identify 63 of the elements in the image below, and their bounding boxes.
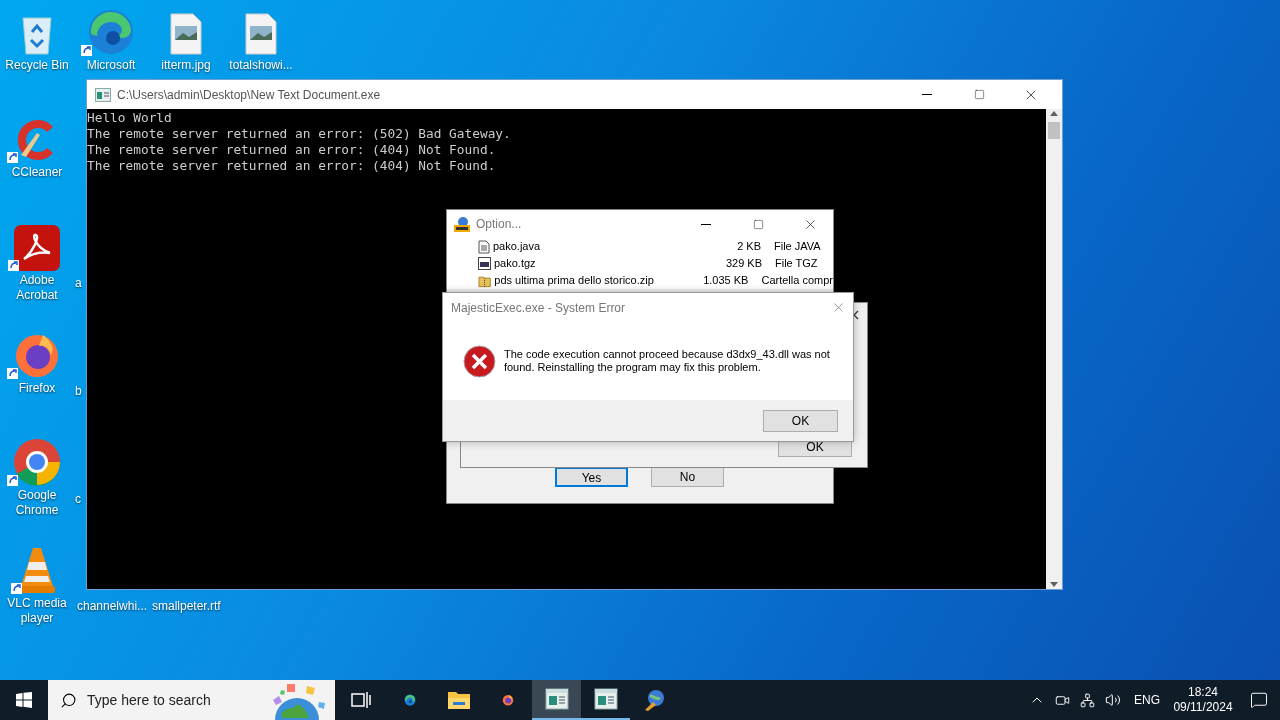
file-type: File JAVA: [774, 239, 821, 255]
dialog-button[interactable]: Yes: [555, 467, 628, 487]
desktop-icon-label[interactable]: Recycle Bin: [5, 58, 69, 73]
image-file-icon: [244, 12, 278, 56]
error-message: The code execution cannot proceed because d3dx9_43.dll was not found. Reinstalling the program may fix this problem.: [503, 348, 831, 374]
desktop-icon-label[interactable]: a: [75, 274, 82, 292]
hfs-logo-icon: [454, 216, 470, 232]
archive-file-icon: [478, 257, 491, 270]
file-name[interactable]: pds ultima prima dello storico.zip: [494, 272, 699, 289]
file-name[interactable]: pako.java: [493, 238, 708, 255]
search-icon: [60, 691, 77, 709]
search-field[interactable]: Type here to search: [48, 680, 335, 720]
scrollbar[interactable]: [1046, 109, 1062, 589]
console-output-line: The remote server returned an error: (502) Bad Gateway.: [87, 126, 511, 142]
desktop-icon-label[interactable]: itterm.jpg: [161, 58, 211, 73]
minimize-icon: [922, 94, 932, 95]
folder-icon: [446, 690, 471, 710]
console-output-line: The remote server returned an error: (404) Not Found.: [87, 158, 496, 174]
notifications-icon[interactable]: [1250, 691, 1268, 709]
image-file-icon: [169, 12, 203, 56]
volume-icon[interactable]: [1105, 692, 1121, 708]
edge-icon: [87, 8, 135, 56]
desktop-icon-label[interactable]: CCleaner: [11, 165, 63, 180]
desktop-icon-label[interactable]: Google Chrome: [0, 488, 74, 518]
desktop-icon-label[interactable]: b: [75, 382, 82, 400]
language-indicator[interactable]: ENG: [1134, 691, 1160, 709]
file-name[interactable]: pako.tgz: [494, 255, 709, 272]
file-size: 1.035 KB: [702, 273, 749, 289]
file-type: File TGZ: [775, 256, 818, 272]
minimize-icon: [701, 223, 711, 225]
desktop-icon-label[interactable]: Adobe Acrobat: [0, 273, 74, 303]
windows-logo-icon: [16, 692, 32, 708]
task-view-icon: [350, 691, 371, 709]
maximize-icon: [752, 218, 764, 230]
chrome-icon: [13, 438, 61, 486]
taskbar-app-button[interactable]: [532, 680, 581, 720]
console-window-icon: [544, 688, 569, 710]
console-output-line: Hello World: [87, 110, 172, 126]
file-type: Cartella compr: [761, 273, 833, 289]
desktop-icon-label[interactable]: c: [75, 490, 81, 508]
search-placeholder: Type here to search: [87, 690, 211, 710]
window-title: Option...: [476, 216, 522, 233]
error-icon: [463, 344, 496, 378]
console-window-icon: [593, 688, 618, 710]
clock-date[interactable]: 09/11/2024: [1173, 700, 1233, 715]
desktop-icon-label[interactable]: Firefox: [18, 381, 56, 396]
desktop-icon-label[interactable]: totalshowi...: [229, 58, 293, 73]
desktop-icon-label[interactable]: VLC media player: [0, 596, 74, 626]
ok-button[interactable]: OK: [763, 409, 838, 432]
console-output-line: The remote server returned an error: (404) Not Found.: [87, 142, 496, 158]
clock-time[interactable]: 18:24: [1188, 685, 1218, 700]
file-size: 329 KB: [724, 256, 762, 272]
desktop-icon-label[interactable]: smallpeter.rtf: [152, 597, 221, 615]
desktop-icon-label[interactable]: channelwhi...: [77, 597, 148, 615]
network-icon[interactable]: [1080, 692, 1095, 708]
acrobat-icon: [14, 225, 60, 271]
desktop-icon-label[interactable]: Microsoft: [86, 58, 136, 73]
console-window-icon: [95, 87, 111, 102]
window-title: C:\Users\admin\Desktop\New Text Document.exe: [117, 86, 381, 104]
dialog-button[interactable]: No: [651, 467, 724, 487]
file-size: 2 KB: [736, 239, 761, 255]
maximize-icon: [973, 89, 985, 100]
dialog-title: MajesticExec.exe - System Error: [451, 299, 626, 317]
